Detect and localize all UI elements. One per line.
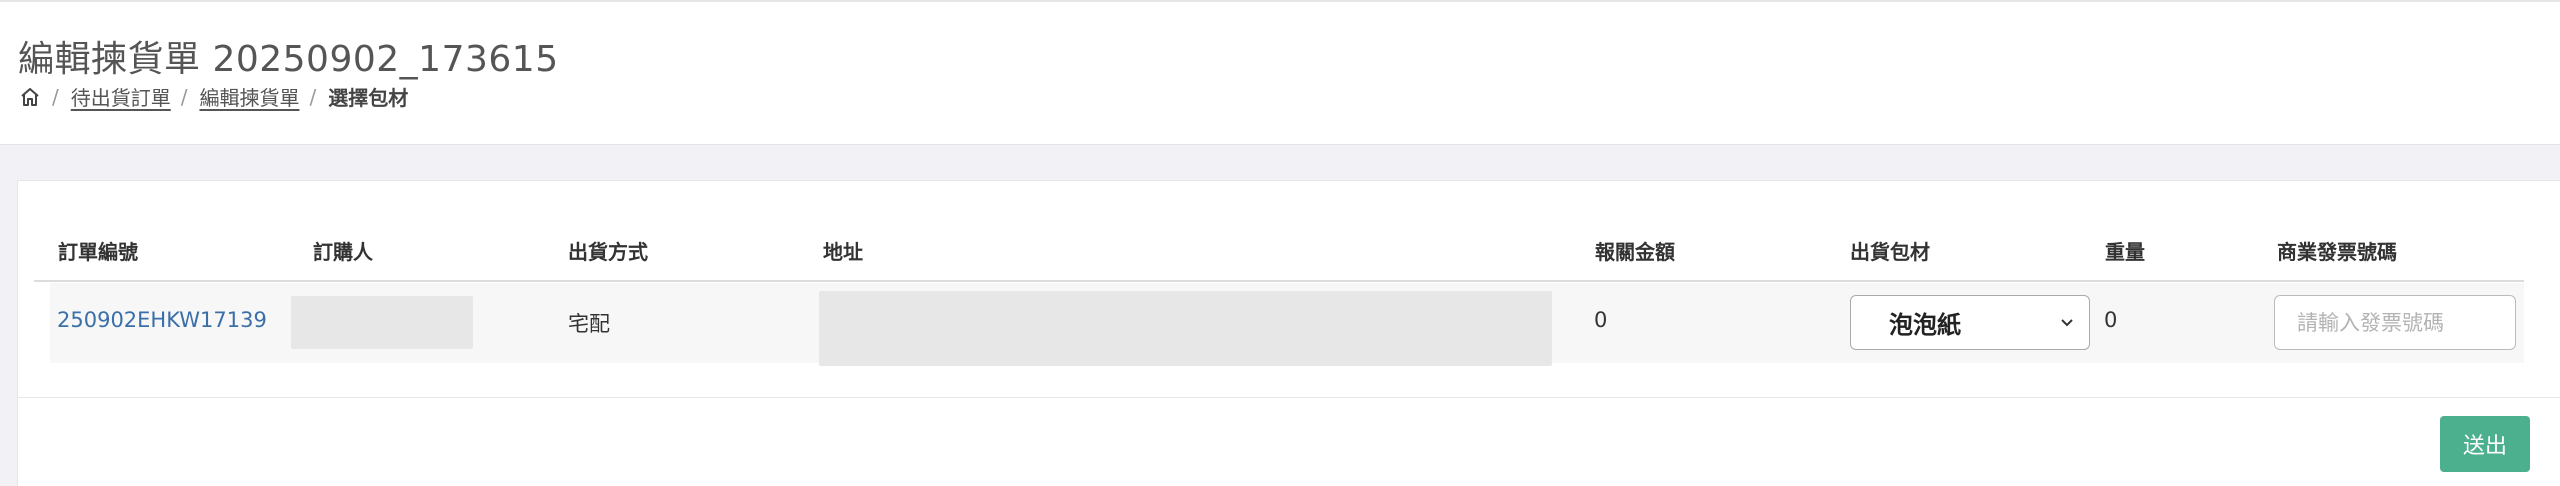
weight-value: 0: [2104, 308, 2118, 332]
shipping-method: 宅配: [568, 312, 610, 336]
breadcrumb: / 待出貨訂單 / 編輯揀貨單 / 選擇包材: [18, 82, 408, 111]
column-order-no: 訂單編號: [58, 240, 138, 264]
order-number-link[interactable]: 250902EHKW17139: [57, 308, 267, 332]
breadcrumb-separator: /: [52, 84, 59, 109]
breadcrumb-separator: /: [309, 84, 317, 109]
column-invoice-no: 商業發票號碼: [2277, 240, 2397, 264]
breadcrumb-separator: /: [180, 84, 188, 109]
column-customs-amount: 報關金額: [1595, 240, 1675, 264]
column-address: 地址: [823, 240, 863, 264]
invoice-number-input[interactable]: [2274, 295, 2516, 350]
packaging-select[interactable]: 泡泡紙: [1850, 295, 2090, 350]
packaging-selected-value: 泡泡紙: [1889, 311, 1961, 339]
column-buyer: 訂購人: [313, 240, 373, 264]
breadcrumb-current: 選擇包材: [328, 86, 409, 110]
home-icon[interactable]: [18, 85, 42, 109]
address-redacted: [819, 291, 1552, 366]
card-divider: [17, 397, 2560, 398]
column-shipping: 出貨方式: [568, 240, 648, 264]
page-header: 編輯揀貨單 20250902_173615 / 待出貨訂單 / 編輯揀貨單 / …: [0, 2, 2560, 145]
buyer-redacted: [291, 296, 473, 349]
table-header: 訂單編號 訂購人 出貨方式 地址 報關金額 出貨包材 重量 商業發票號碼: [34, 228, 2524, 282]
column-weight: 重量: [2105, 240, 2145, 264]
breadcrumb-edit-picklist[interactable]: 編輯揀貨單: [200, 82, 300, 111]
submit-button[interactable]: 送出: [2440, 416, 2530, 472]
page-title: 編輯揀貨單 20250902_173615: [18, 39, 559, 80]
customs-amount: 0: [1594, 308, 1608, 332]
column-packaging: 出貨包材: [1850, 240, 1930, 264]
breadcrumb-pending-orders[interactable]: 待出貨訂單: [71, 82, 171, 111]
chevron-down-icon: [2061, 319, 2073, 327]
